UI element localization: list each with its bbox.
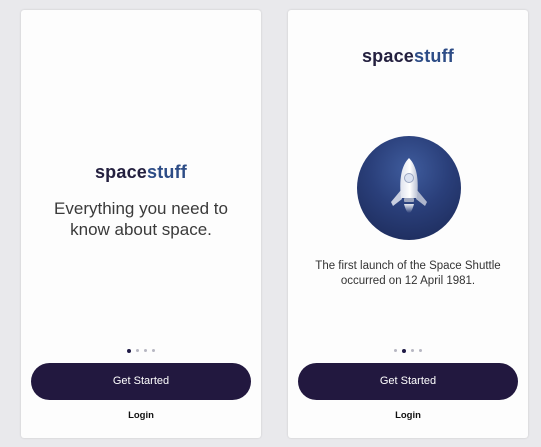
rocket-illustration (357, 136, 461, 240)
brand-logo-part1: space (361, 46, 415, 66)
tagline: Everything you need to know about space. (54, 199, 228, 239)
pagination-dot-4[interactable] (152, 349, 155, 352)
brand-logo: spacestuff (288, 46, 528, 67)
pagination-dot-3[interactable] (411, 349, 414, 352)
brand-logo: spacestuff (21, 162, 261, 183)
space-fact: The first launch of the Space Shuttle oc… (315, 260, 501, 287)
onboarding-screen-2: spacestuff The first launch of the Space… (288, 10, 528, 438)
pagination-dots (21, 348, 261, 353)
pagination-dot-2[interactable] (136, 349, 139, 352)
brand-logo-part2: stuff (147, 162, 188, 182)
login-link[interactable]: Login (288, 410, 528, 421)
pagination-dot-3[interactable] (144, 349, 147, 352)
pagination-dot-4[interactable] (419, 349, 422, 352)
onboarding-screen-1: spacestuff Everything you need to know a… (21, 10, 261, 438)
pagination-dot-1[interactable] (127, 348, 131, 353)
get-started-button[interactable]: Get Started (298, 363, 518, 400)
brand-logo-part2: stuff (414, 46, 455, 66)
pagination-dot-1[interactable] (394, 349, 397, 352)
pagination-dots (288, 348, 528, 353)
get-started-button[interactable]: Get Started (31, 363, 251, 400)
rocket-icon (391, 158, 427, 213)
pagination-dot-2[interactable] (402, 348, 406, 353)
login-link[interactable]: Login (21, 410, 261, 421)
brand-logo-part1: space (94, 162, 148, 182)
